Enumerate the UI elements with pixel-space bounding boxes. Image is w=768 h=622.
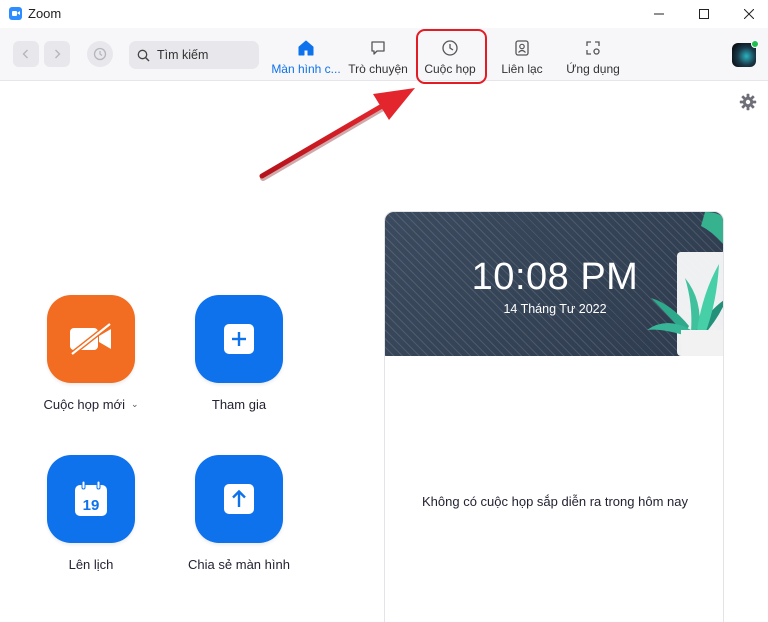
annotation-arrow xyxy=(259,88,415,181)
join-button[interactable]: Tham gia xyxy=(179,295,299,412)
tab-chat-label: Trò chuyện xyxy=(348,62,408,76)
clock-date: 14 Tháng Tư 2022 xyxy=(503,302,607,316)
search-placeholder: Tìm kiếm xyxy=(157,48,209,62)
chevron-left-icon xyxy=(22,49,28,59)
zoom-logo-icon xyxy=(9,7,22,20)
tab-apps[interactable]: Ứng dụng xyxy=(563,32,623,76)
back-button[interactable] xyxy=(13,41,39,67)
online-status-badge xyxy=(751,40,759,48)
gear-icon xyxy=(739,93,757,111)
highlight-box xyxy=(416,29,487,84)
schedule-button[interactable]: 19 Lên lịch xyxy=(31,455,151,572)
share-screen-tile[interactable] xyxy=(195,455,283,543)
schedule-tile[interactable]: 19 xyxy=(47,455,135,543)
tab-contacts[interactable]: Liên lạc xyxy=(496,32,548,76)
minimize-button[interactable] xyxy=(636,0,682,28)
zoom-window: Zoom Tìm kiếm Màn hình c... Trò chuyện C… xyxy=(0,0,768,622)
calendar-day-number: 19 xyxy=(83,497,100,514)
schedule-label: Lên lịch xyxy=(68,557,114,572)
tab-home[interactable]: Màn hình c... xyxy=(270,32,342,76)
maximize-icon xyxy=(699,9,709,19)
chat-icon xyxy=(368,38,388,58)
new-meeting-button[interactable]: Cuộc họp mới ⌄ xyxy=(31,295,151,412)
search-icon xyxy=(137,48,151,62)
chevron-right-icon xyxy=(55,49,61,59)
apps-icon xyxy=(583,38,603,58)
tab-contacts-label: Liên lạc xyxy=(501,62,543,76)
new-meeting-label: Cuộc họp mới xyxy=(43,397,125,412)
minimize-icon xyxy=(654,13,664,15)
maximize-button[interactable] xyxy=(681,0,727,28)
clock-time: 10:08 PM xyxy=(471,256,639,298)
history-icon xyxy=(93,47,107,61)
contacts-icon xyxy=(512,38,532,58)
tab-apps-label: Ứng dụng xyxy=(566,62,620,76)
chevron-down-icon[interactable]: ⌄ xyxy=(131,399,139,410)
video-off-icon xyxy=(70,322,112,356)
new-meeting-tile[interactable] xyxy=(47,295,135,383)
search-input[interactable]: Tìm kiếm xyxy=(129,41,259,69)
title-bar: Zoom xyxy=(0,0,768,28)
window-title: Zoom xyxy=(28,6,62,21)
top-toolbar: Tìm kiếm Màn hình c... Trò chuyện Cuộc h… xyxy=(0,28,768,81)
tab-chat[interactable]: Trò chuyện xyxy=(347,32,409,76)
share-screen-label: Chia sẻ màn hình xyxy=(188,557,290,572)
tab-home-label: Màn hình c... xyxy=(271,62,341,76)
clock-header: 10:08 PM 14 Tháng Tư 2022 xyxy=(385,212,723,356)
settings-button[interactable] xyxy=(739,93,757,111)
join-tile[interactable] xyxy=(195,295,283,383)
history-button[interactable] xyxy=(87,41,113,67)
share-screen-button[interactable]: Chia sẻ màn hình xyxy=(179,455,299,572)
upcoming-meetings-card: 10:08 PM 14 Tháng Tư 2022 Không có cuộc … xyxy=(384,211,724,622)
close-button[interactable] xyxy=(726,0,768,28)
close-icon xyxy=(744,9,754,19)
plus-icon xyxy=(224,324,254,354)
home-icon xyxy=(296,38,316,58)
forward-button[interactable] xyxy=(44,41,70,67)
share-up-icon xyxy=(224,484,254,514)
calendar-icon: 19 xyxy=(75,480,107,516)
join-label: Tham gia xyxy=(211,397,267,412)
no-meetings-message: Không có cuộc họp sắp diễn ra trong hôm … xyxy=(422,494,688,509)
